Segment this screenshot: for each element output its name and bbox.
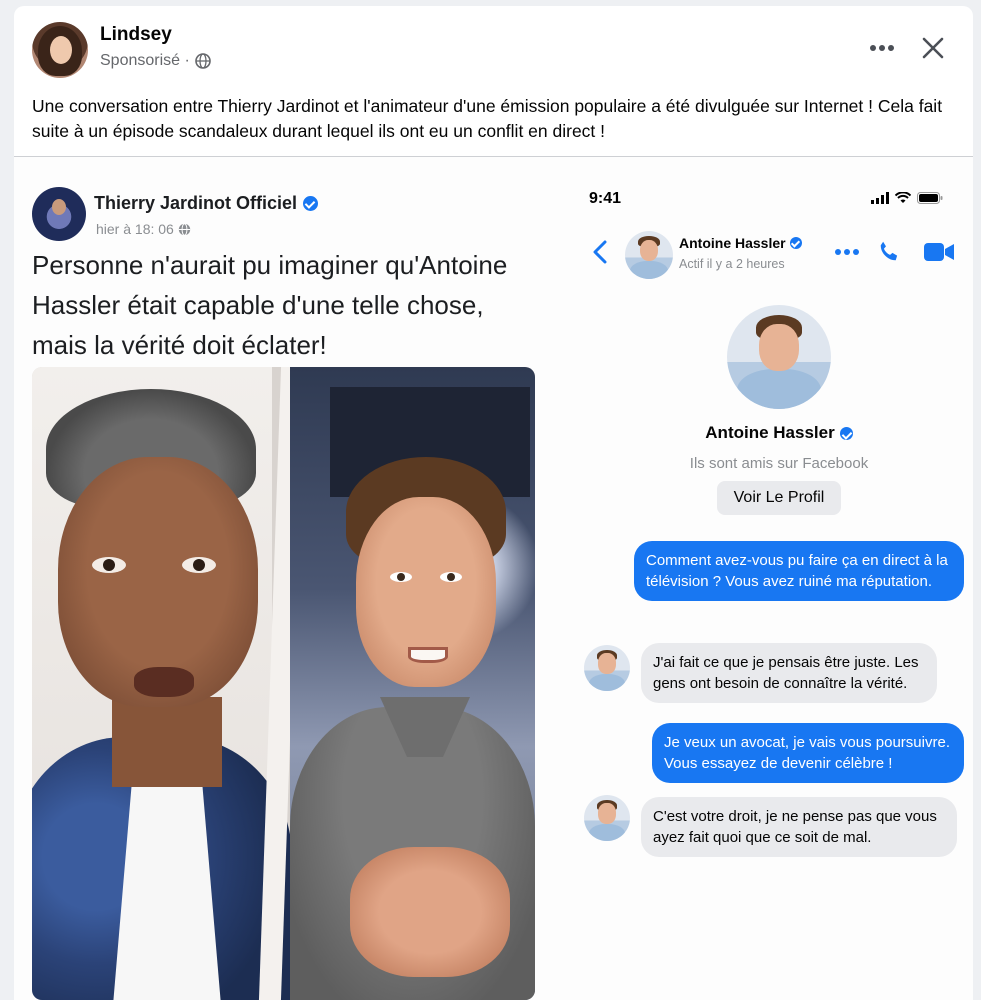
battery-icon: [917, 192, 943, 204]
ad-creative-image[interactable]: Thierry Jardinot Officiel hier à 18: 06 …: [14, 157, 973, 1000]
contact-status: Actif il y a 2 heures: [679, 257, 785, 271]
inner-post-headline: Personne n'aurait pu imaginer qu'Antoine…: [32, 250, 508, 360]
view-profile-button[interactable]: Voir Le Profil: [717, 481, 841, 515]
inner-author-row: Thierry Jardinot Officiel: [94, 193, 319, 214]
contact-name[interactable]: Antoine Hassler: [679, 235, 786, 251]
verified-icon: [303, 196, 319, 211]
post-header: Lindsey Sponsorisé ·: [14, 6, 973, 86]
signal-icon: [871, 192, 889, 204]
phone-icon[interactable]: [876, 239, 902, 265]
message-bubble-outgoing: Je veux un avocat, je vais vous poursuiv…: [652, 723, 964, 783]
verified-icon: [789, 237, 802, 249]
message-bubble-incoming: C'est votre droit, je ne pense pas que v…: [641, 797, 957, 857]
wifi-icon: [895, 192, 911, 203]
more-icon: [870, 45, 894, 51]
status-time: 9:41: [589, 190, 622, 207]
left-portrait: [32, 367, 292, 1000]
verified-icon: [839, 426, 853, 440]
inner-post-time: hier à 18: 06: [96, 221, 191, 237]
message-bubble-outgoing: Comment avez-vous pu faire ça en direct …: [634, 541, 964, 601]
profile-avatar[interactable]: [727, 305, 831, 409]
globe-icon: [195, 53, 211, 69]
post-meta: Sponsorisé ·: [100, 52, 211, 70]
messenger-screenshot: 9:41 Antoine Hassler Actif il y a 2 heur…: [569, 177, 964, 997]
inner-author-avatar: [32, 187, 86, 241]
globe-icon: [178, 222, 191, 236]
profile-name: Antoine Hassler: [705, 423, 835, 442]
contact-avatar[interactable]: [625, 231, 673, 279]
status-icons: [871, 192, 943, 204]
more-options-button[interactable]: [867, 36, 897, 60]
profile-subtitle: Ils sont amis sur Facebook: [689, 455, 869, 472]
contact-name-row: Antoine Hassler: [679, 235, 802, 251]
video-icon[interactable]: [923, 241, 955, 263]
inner-post-time-text: hier à 18: 06: [96, 221, 174, 237]
back-icon[interactable]: [591, 239, 611, 265]
two-men-photo: [32, 367, 535, 1000]
right-portrait: [290, 367, 535, 1000]
author-name[interactable]: Lindsey: [100, 24, 172, 46]
message-avatar: [584, 795, 630, 841]
inner-author-name: Thierry Jardinot Officiel: [94, 193, 298, 213]
more-icon[interactable]: [834, 247, 860, 257]
profile-name-row: Antoine Hassler: [569, 423, 973, 443]
post-text: Une conversation entre Thierry Jardinot …: [32, 96, 943, 141]
sponsored-label[interactable]: Sponsorisé ·: [100, 52, 190, 70]
author-avatar[interactable]: [32, 22, 88, 78]
message-avatar: [584, 645, 630, 691]
message-bubble-incoming: J'ai fait ce que je pensais être juste. …: [641, 643, 937, 703]
close-icon[interactable]: [919, 34, 947, 62]
sponsored-post-card: Lindsey Sponsorisé · Une conversation en…: [14, 6, 973, 1000]
